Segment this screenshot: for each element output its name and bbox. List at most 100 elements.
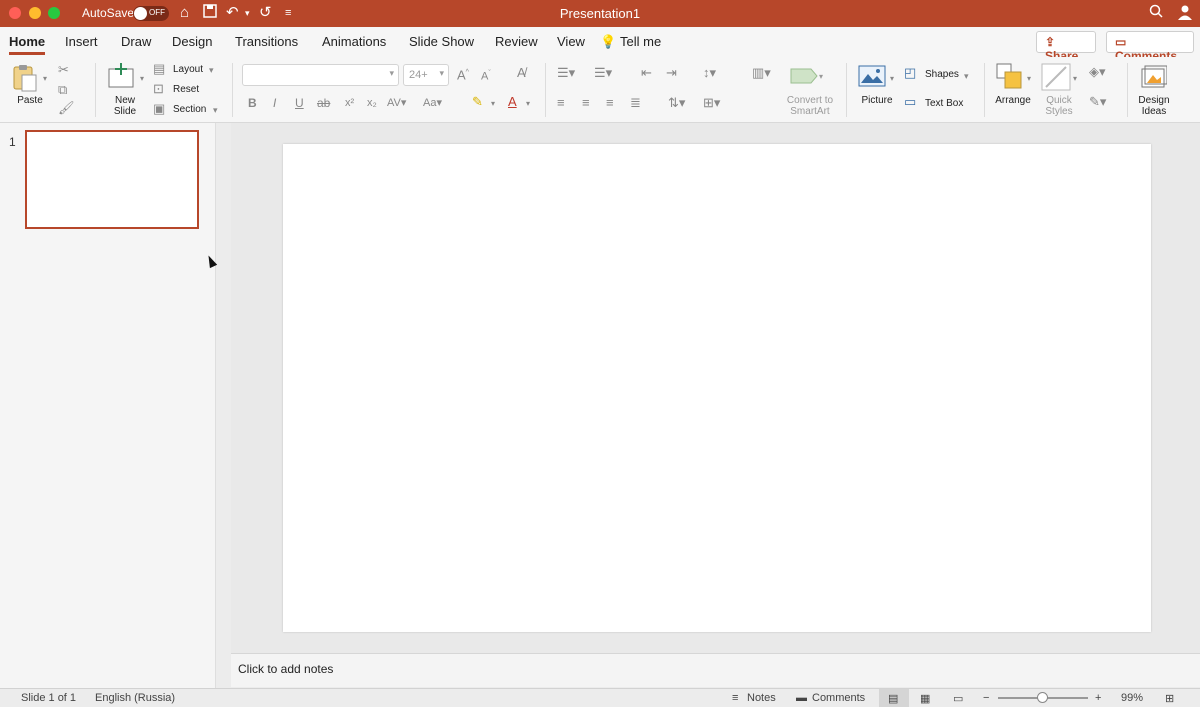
lightbulb-icon: 💡 <box>600 34 617 49</box>
clear-formatting-icon[interactable]: A̸ <box>517 66 526 80</box>
align-left-icon[interactable]: ≡ <box>557 96 565 110</box>
font-size-select[interactable]: 24+ ▾ <box>403 64 449 86</box>
bold-icon[interactable]: B <box>248 96 257 110</box>
pane-splitter[interactable] <box>215 123 231 688</box>
tab-slide-show[interactable]: Slide Show <box>409 34 474 49</box>
reset-button[interactable]: Reset <box>173 84 199 95</box>
zoom-level[interactable]: 99% <box>1121 692 1143 704</box>
quick-styles-label-1: Quick <box>1046 95 1072 106</box>
new-slide-dropdown-icon[interactable]: ▾ <box>140 72 144 86</box>
shapes-button[interactable]: Shapes <box>925 69 959 80</box>
arrange-icon[interactable] <box>996 63 1024 91</box>
numbering-icon[interactable]: ☰▾ <box>594 66 612 80</box>
shapes-dropdown-icon[interactable]: ▾ <box>964 69 969 83</box>
bullets-icon[interactable]: ☰▾ <box>557 66 575 80</box>
section-dropdown-icon[interactable]: ▾ <box>213 103 218 117</box>
zoom-in-icon[interactable]: + <box>1095 692 1101 704</box>
font-color-icon[interactable]: A <box>508 95 517 109</box>
align-text-icon[interactable]: ⊞▾ <box>703 96 720 110</box>
arrange-label: Arrange <box>995 95 1031 106</box>
slide-show-view-icon[interactable]: ▭ <box>953 692 963 705</box>
decrease-indent-icon[interactable]: ⇤ <box>641 66 652 80</box>
tab-animations[interactable]: Animations <box>322 34 386 49</box>
normal-view-icon[interactable]: ▤ <box>888 692 898 705</box>
shapes-icon: ◰ <box>904 65 917 80</box>
comments-button[interactable]: ▭ Comments <box>1106 31 1194 63</box>
character-spacing-icon[interactable]: AV▾ <box>387 96 406 110</box>
tab-design[interactable]: Design <box>172 34 212 49</box>
highlighter-icon[interactable]: ✎ <box>472 95 483 109</box>
quick-styles-dropdown-icon[interactable]: ▾ <box>1073 72 1077 86</box>
highlight-dropdown-icon[interactable]: ▾ <box>491 97 495 111</box>
new-slide-button[interactable] <box>107 63 135 91</box>
zoom-out-icon[interactable]: − <box>983 692 989 704</box>
copy-icon[interactable]: ⧉ <box>58 83 67 97</box>
section-button[interactable]: Section <box>173 104 206 115</box>
cut-icon[interactable]: ✂ <box>58 63 69 77</box>
chevron-down-icon: ▾ <box>389 68 394 78</box>
share-button[interactable]: ⇪ Share <box>1036 31 1096 63</box>
layout-dropdown-icon[interactable]: ▾ <box>209 63 214 77</box>
ribbon-divider <box>846 63 847 117</box>
search-icon[interactable] <box>1149 4 1163 23</box>
underline-icon[interactable]: U <box>295 96 304 110</box>
convert-smartart-label-1: Convert to <box>786 95 834 106</box>
language-indicator[interactable]: English (Russia) <box>95 692 175 704</box>
format-painter-icon[interactable]: 🖌 <box>58 101 75 115</box>
paste-dropdown-icon[interactable]: ▾ <box>43 72 47 86</box>
slide-canvas[interactable] <box>283 144 1151 632</box>
notes-toggle-button[interactable]: Notes <box>747 692 776 704</box>
design-ideas-label-2: Ideas <box>1141 106 1167 117</box>
align-center-icon[interactable]: ≡ <box>582 96 590 110</box>
notes-toggle-icon[interactable]: ≡ <box>732 692 738 704</box>
tab-draw[interactable]: Draw <box>121 34 151 49</box>
account-icon[interactable] <box>1177 4 1193 25</box>
ribbon-divider <box>984 63 985 117</box>
subscript-icon[interactable]: x₂ <box>367 96 377 110</box>
layout-button[interactable]: Layout <box>173 64 203 75</box>
font-name-select[interactable]: ▾ <box>242 64 399 86</box>
increase-font-size-icon[interactable]: A^ <box>457 66 469 82</box>
shape-fill-icon[interactable]: ◈▾ <box>1089 65 1106 79</box>
line-spacing-icon[interactable]: ↕▾ <box>703 66 716 80</box>
tab-view[interactable]: View <box>557 34 585 49</box>
superscript-icon[interactable]: x² <box>345 96 354 110</box>
arrange-dropdown-icon[interactable]: ▾ <box>1027 72 1031 86</box>
zoom-slider-thumb[interactable] <box>1037 692 1048 703</box>
design-ideas-icon[interactable] <box>1139 63 1167 91</box>
fit-to-window-icon[interactable]: ⊞ <box>1165 692 1174 705</box>
change-case-icon[interactable]: Aa▾ <box>423 96 442 110</box>
tell-me-search[interactable]: Tell me <box>620 34 661 49</box>
window-title: Presentation1 <box>559 6 641 21</box>
tab-review[interactable]: Review <box>495 34 538 49</box>
picture-dropdown-icon[interactable]: ▾ <box>890 72 894 86</box>
shape-outline-icon[interactable]: ✎▾ <box>1089 95 1106 109</box>
ribbon-divider <box>232 63 233 117</box>
text-direction-icon[interactable]: ⇅▾ <box>668 96 685 110</box>
italic-icon[interactable]: I <box>273 96 276 110</box>
section-icon: ▣ <box>153 101 166 116</box>
slide-sorter-icon[interactable]: ▦ <box>920 692 930 705</box>
quick-styles-icon[interactable] <box>1041 63 1071 91</box>
tab-insert[interactable]: Insert <box>65 34 98 49</box>
font-color-dropdown-icon[interactable]: ▾ <box>526 97 530 111</box>
design-ideas-label-1: Design <box>1138 95 1170 106</box>
text-box-button[interactable]: Text Box <box>925 98 963 109</box>
align-right-icon[interactable]: ≡ <box>606 96 614 110</box>
decrease-font-size-icon[interactable]: Aˇ <box>481 67 491 84</box>
ribbon-divider <box>95 63 96 117</box>
strikethrough-icon[interactable]: ab <box>317 96 330 110</box>
tab-transitions[interactable]: Transitions <box>235 34 298 49</box>
slide-thumbnail[interactable] <box>25 130 199 229</box>
comments-toggle-icon[interactable]: ▬ <box>796 692 807 704</box>
svg-text:▾: ▾ <box>819 72 823 81</box>
paste-button[interactable] <box>12 63 40 93</box>
columns-icon[interactable]: ▥▾ <box>752 66 771 80</box>
justify-icon[interactable]: ≣ <box>630 96 641 110</box>
notes-pane[interactable]: Click to add notes <box>231 653 1200 687</box>
increase-indent-icon[interactable]: ⇥ <box>666 66 677 80</box>
tab-home[interactable]: Home <box>9 34 45 49</box>
picture-icon[interactable] <box>858 65 886 87</box>
comments-toggle-button[interactable]: Comments <box>812 692 865 704</box>
smartart-icon[interactable]: ▾ <box>789 65 825 87</box>
